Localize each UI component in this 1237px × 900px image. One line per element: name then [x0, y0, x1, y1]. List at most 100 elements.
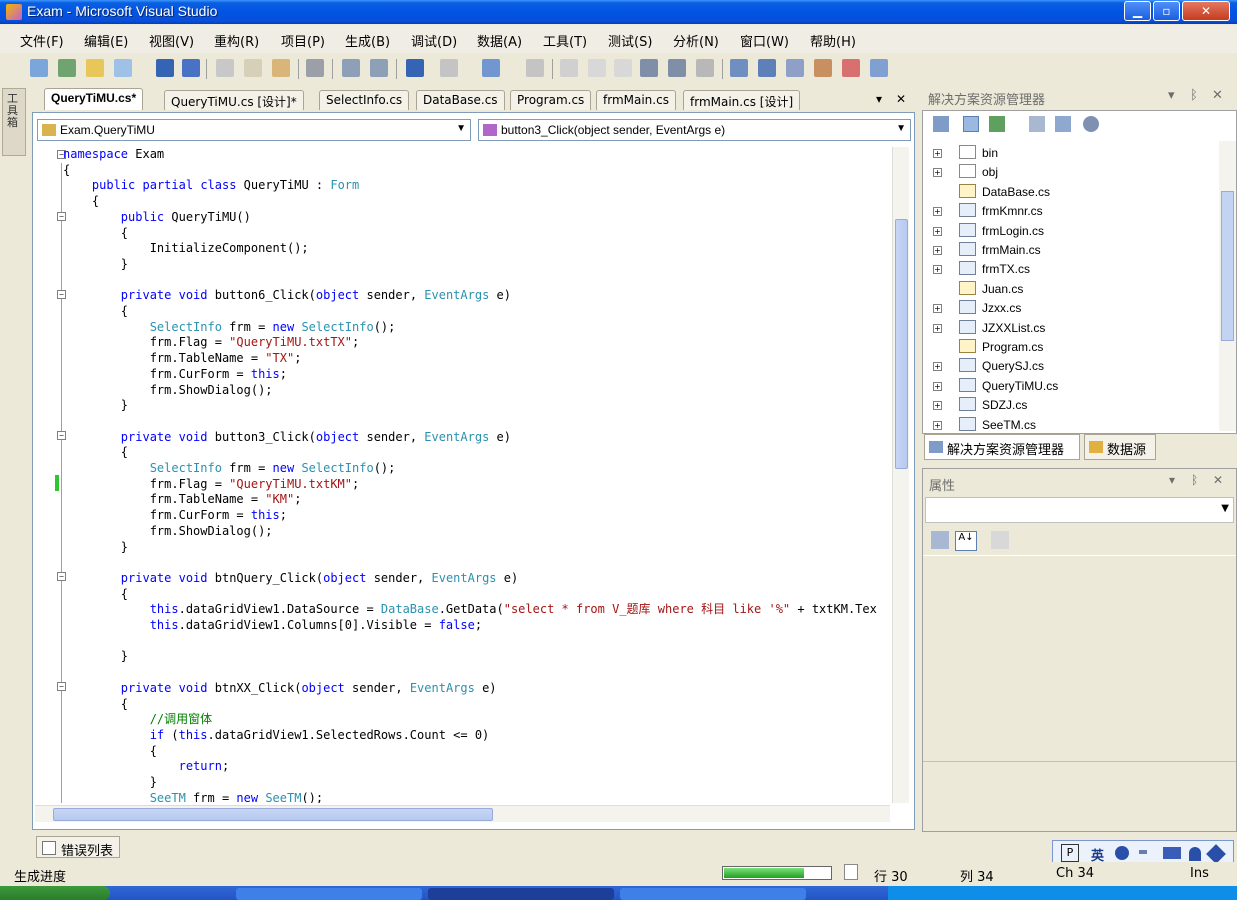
properties-icon[interactable]	[933, 116, 949, 132]
tab-querytimu-code[interactable]: QueryTiMU.cs*	[44, 88, 144, 110]
code-line[interactable]: }	[63, 398, 128, 413]
code-line[interactable]: {	[63, 744, 157, 759]
tab-data-sources[interactable]: 数据源	[1084, 434, 1156, 460]
tab-list-dropdown[interactable]: ▾	[876, 92, 882, 106]
tab-frmmain-design[interactable]: frmMain.cs [设计]	[683, 90, 801, 110]
comment-icon[interactable]	[342, 59, 360, 77]
panel-dropdown-icon[interactable]: ▾	[1169, 473, 1175, 487]
expand-icon[interactable]: +	[933, 207, 942, 217]
object-selector[interactable]: ▼	[925, 497, 1234, 523]
cut-icon[interactable]	[216, 59, 234, 77]
save-all-icon[interactable]	[182, 59, 200, 77]
stop-icon[interactable]	[614, 59, 632, 77]
code-line[interactable]: if (this.dataGridView1.SelectedRows.Coun…	[63, 728, 490, 743]
property-grid[interactable]	[923, 555, 1236, 755]
panel-dropdown-icon[interactable]: ▾	[1168, 88, 1175, 103]
properties-window-icon[interactable]	[786, 59, 804, 77]
toolbox-icon[interactable]	[814, 59, 832, 77]
code-line[interactable]: {	[63, 587, 128, 602]
menu-window[interactable]: 窗口(W)	[740, 31, 789, 50]
solution-item[interactable]: DataBase.cs	[959, 183, 1050, 202]
menu-help[interactable]: 帮助(H)	[810, 31, 856, 50]
categorized-icon[interactable]	[931, 531, 949, 549]
menu-file[interactable]: 文件(F)	[20, 31, 64, 50]
code-line[interactable]: frm.TableName = "KM";	[63, 492, 302, 507]
menu-refactor[interactable]: 重构(R)	[214, 31, 259, 50]
code-line[interactable]: {	[63, 304, 128, 319]
code-line[interactable]: this.dataGridView1.Columns[0].Visible = …	[63, 618, 482, 633]
solution-item[interactable]: SeeTM.cs	[959, 416, 1036, 435]
code-line[interactable]: {	[63, 194, 99, 209]
alphabetical-icon[interactable]: A↓	[955, 531, 977, 551]
code-line[interactable]: return;	[63, 759, 230, 774]
start-page-icon[interactable]	[870, 59, 888, 77]
pin-icon[interactable]: ᛒ	[1190, 88, 1198, 103]
pause-icon[interactable]	[588, 59, 606, 77]
code-line[interactable]: frm.TableName = "TX";	[63, 351, 302, 366]
solution-item[interactable]: SDZJ.cs	[959, 397, 1027, 415]
save-icon[interactable]	[156, 59, 174, 77]
solution-item[interactable]: frmMain.cs	[959, 242, 1041, 260]
code-line[interactable]: }	[63, 540, 128, 555]
undo-icon[interactable]	[406, 59, 424, 77]
code-line[interactable]: SelectInfo frm = new SelectInfo();	[63, 320, 396, 335]
solution-item[interactable]: QuerySJ.cs	[959, 358, 1044, 376]
expand-icon[interactable]: +	[933, 265, 942, 275]
taskbar-item-active[interactable]	[428, 888, 614, 900]
navigate-forward-icon[interactable]	[526, 59, 544, 77]
view-designer-icon[interactable]	[1055, 116, 1071, 132]
code-line[interactable]: public partial class QueryTiMU : Form	[63, 178, 359, 193]
solution-explorer-icon[interactable]	[758, 59, 776, 77]
tab-selectinfo[interactable]: SelectInfo.cs	[319, 90, 410, 110]
menu-project[interactable]: 项目(P)	[281, 31, 325, 50]
menu-test[interactable]: 测试(S)	[608, 31, 652, 50]
solution-item[interactable]: frmTX.cs	[959, 261, 1030, 279]
expand-icon[interactable]: +	[933, 401, 942, 411]
ime-logo-icon[interactable]: P	[1061, 844, 1079, 862]
expand-icon[interactable]: +	[933, 323, 942, 333]
code-line[interactable]: {	[63, 445, 128, 460]
tab-program[interactable]: Program.cs	[510, 90, 592, 110]
code-line[interactable]: frm.Flag = "QueryTiMU.txtKM";	[63, 477, 360, 492]
code-line[interactable]: private void button6_Click(object sender…	[63, 288, 511, 303]
view-code-icon[interactable]	[1029, 116, 1045, 132]
taskbar-item[interactable]	[620, 888, 806, 900]
solution-item[interactable]: JZXXList.cs	[959, 319, 1045, 338]
wrench-icon[interactable]	[1206, 844, 1226, 864]
code-line[interactable]: private void btnXX_Click(object sender, …	[63, 681, 497, 696]
menu-edit[interactable]: 编辑(E)	[84, 31, 128, 50]
solution-scroll-thumb[interactable]	[1221, 191, 1234, 341]
tab-solution-explorer[interactable]: 解决方案资源管理器	[924, 434, 1080, 460]
menu-analyze[interactable]: 分析(N)	[673, 31, 719, 50]
code-line[interactable]: public QueryTiMU()	[63, 210, 251, 225]
menu-debug[interactable]: 调试(D)	[411, 31, 457, 50]
expand-icon[interactable]: +	[933, 381, 942, 391]
refresh-icon[interactable]	[989, 116, 1005, 132]
menu-tools[interactable]: 工具(T)	[543, 31, 587, 50]
code-line[interactable]: {	[63, 163, 70, 178]
code-line[interactable]: SeeTM frm = new SeeTM();	[63, 791, 323, 803]
pin-icon[interactable]: ᛒ	[1191, 473, 1198, 487]
step-into-icon[interactable]	[640, 59, 658, 77]
expand-icon[interactable]: +	[933, 168, 942, 178]
vertical-scrollbar[interactable]	[892, 147, 909, 803]
window-icon[interactable]	[114, 59, 132, 77]
code-line[interactable]: private void btnQuery_Click(object sende…	[63, 571, 518, 586]
close-button[interactable]: ✕	[1182, 1, 1230, 21]
code-line[interactable]: this.dataGridView1.DataSource = DataBase…	[63, 602, 877, 617]
tab-database[interactable]: DataBase.cs	[416, 90, 505, 110]
menu-view[interactable]: 视图(V)	[149, 31, 194, 50]
horizontal-scroll-thumb[interactable]	[53, 808, 493, 821]
new-project-icon[interactable]	[30, 59, 48, 77]
toolbox-side-tab[interactable]: 工具箱	[2, 88, 26, 156]
add-item-icon[interactable]	[58, 59, 76, 77]
property-pages-icon[interactable]	[991, 531, 1009, 549]
solution-item[interactable]: frmLogin.cs	[959, 222, 1044, 241]
tab-querytimu-design[interactable]: QueryTiMU.cs [设计]*	[164, 90, 304, 110]
code-line[interactable]: {	[63, 226, 128, 241]
tab-frmmain[interactable]: frmMain.cs	[596, 90, 676, 110]
error-list-tab[interactable]: 错误列表	[36, 836, 120, 859]
step-over-icon[interactable]	[668, 59, 686, 77]
expand-icon[interactable]: +	[933, 149, 942, 158]
solution-item[interactable]: Program.cs	[959, 339, 1043, 357]
